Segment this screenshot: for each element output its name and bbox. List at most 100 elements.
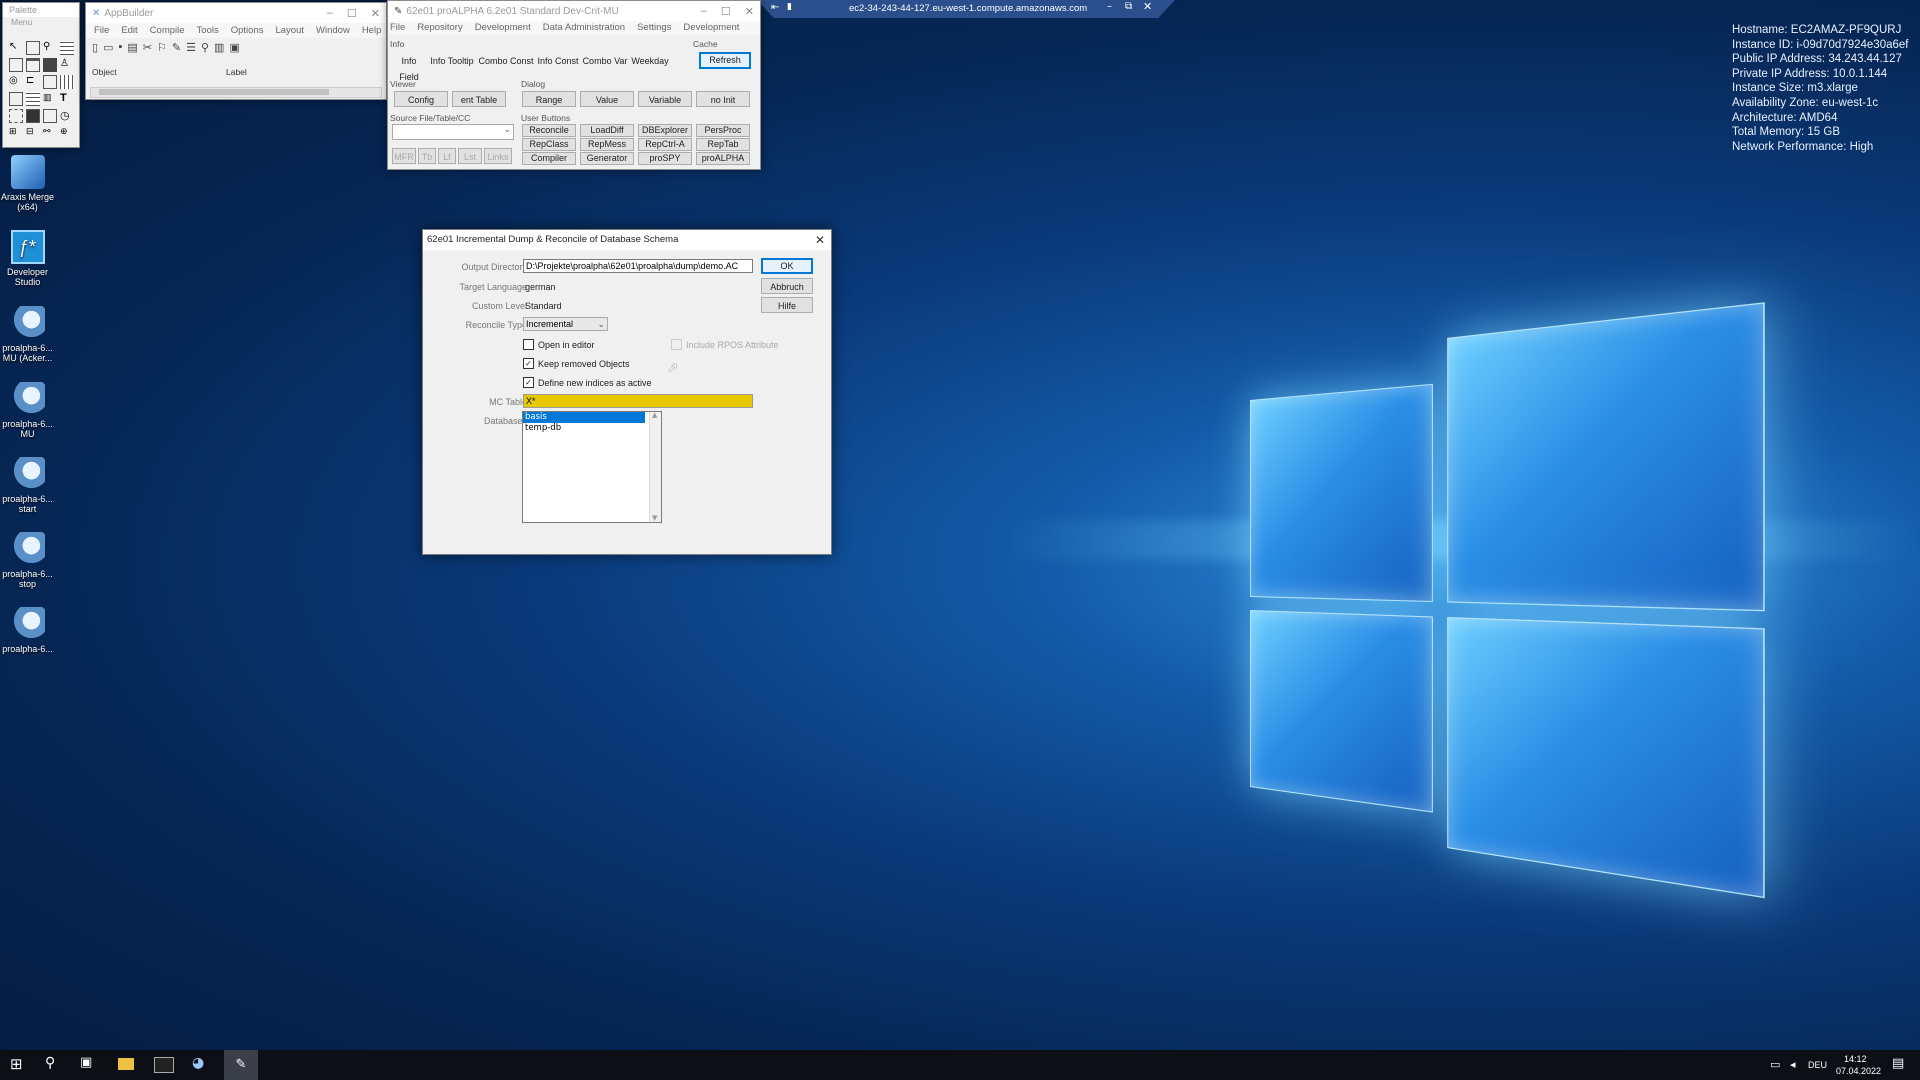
command-prompt-icon[interactable]	[154, 1057, 174, 1073]
reptab-button[interactable]: RepTab	[696, 138, 750, 151]
proalpha-button[interactable]: proALPHA	[696, 152, 750, 165]
minimize-icon[interactable]: –	[701, 5, 707, 18]
frame-tool-icon[interactable]	[9, 58, 23, 72]
prospy-button[interactable]: proSPY	[638, 152, 692, 165]
config-button[interactable]: Config	[394, 91, 448, 107]
ent-table-button[interactable]: ent Table	[452, 91, 506, 107]
combo-const-button[interactable]: Combo Const	[478, 53, 534, 69]
clock-time[interactable]: 14:12	[1844, 1054, 1867, 1064]
source-links-button[interactable]: Links	[484, 148, 512, 164]
source-combo[interactable]: ⌄	[392, 124, 514, 140]
link-tool-icon[interactable]: ⚲	[43, 41, 57, 55]
smart-tool-icon[interactable]: ⊟	[26, 126, 40, 140]
run-icon[interactable]: ⚐	[157, 41, 167, 54]
cancel-button[interactable]: Abbruch	[761, 278, 813, 294]
info-const-button[interactable]: Info Const	[536, 53, 580, 69]
reconcile-type-select[interactable]: Incremental ⌄	[523, 317, 608, 331]
desktop-icon-developer-studio[interactable]: ƒ* Developer Studio	[0, 230, 55, 287]
close-icon[interactable]: ✕	[815, 230, 825, 250]
checkbox-box[interactable]	[523, 339, 534, 350]
custom-tool-icon[interactable]: ⊕	[60, 126, 74, 140]
list-icon[interactable]: ☰	[186, 41, 196, 54]
pointer-tool-icon[interactable]: ↖	[9, 41, 23, 55]
close-icon[interactable]: ✕	[1143, 0, 1152, 13]
desktop-icon-proalpha-acker[interactable]: proalpha-6... MU (Acker...	[0, 306, 55, 363]
menu-repository[interactable]: Repository	[417, 22, 462, 33]
print-icon[interactable]: ▤	[127, 41, 137, 54]
columns-icon[interactable]: ▥	[214, 41, 224, 54]
search-icon[interactable]: ⚲	[45, 1055, 65, 1075]
scrollbar-thumb[interactable]	[99, 89, 329, 95]
menu-tools[interactable]: Tools	[197, 25, 219, 36]
clock-date[interactable]: 07.04.2022	[1836, 1066, 1881, 1076]
menu-file[interactable]: File	[94, 25, 109, 36]
info-tooltip-button[interactable]: Info Tooltip	[428, 53, 476, 69]
pin-icon[interactable]: ⇤	[771, 2, 779, 13]
variable-button[interactable]: Variable	[638, 91, 692, 107]
start-icon[interactable]: ⊞	[10, 1055, 30, 1075]
open-in-editor-checkbox[interactable]: Open in editor	[523, 339, 595, 350]
browse-tool-icon[interactable]	[60, 75, 74, 89]
grid-tool-icon[interactable]	[26, 92, 40, 106]
menu-help[interactable]: Help	[362, 25, 382, 36]
loaddiff-button[interactable]: LoadDiff	[580, 124, 634, 137]
properties-icon[interactable]: ▣	[229, 41, 239, 54]
radio-tool-icon[interactable]: ◎	[9, 75, 23, 89]
dialog-titlebar[interactable]: 62e01 Incremental Dump & Reconcile of Da…	[423, 230, 831, 250]
source-lf-button[interactable]: Lf	[438, 148, 456, 164]
combo-tool-icon[interactable]	[43, 75, 57, 89]
source-lst-button[interactable]: Lst	[458, 148, 482, 164]
notification-icon[interactable]: ▤	[1892, 1056, 1904, 1071]
query-tool-icon[interactable]: ⊞	[9, 126, 23, 140]
mc-table-field[interactable]: X*	[523, 394, 753, 408]
volume-icon[interactable]: ◂	[1790, 1058, 1796, 1071]
desktop-icon-araxis[interactable]: Araxis Merge (x64)	[0, 155, 55, 212]
minimize-icon[interactable]: –	[1107, 1, 1112, 12]
list-item[interactable]: basis	[523, 412, 645, 423]
menu-data-administration[interactable]: Data Administration	[543, 22, 625, 33]
menu-edit[interactable]: Edit	[121, 25, 137, 36]
repmess-button[interactable]: RepMess	[580, 138, 634, 151]
field-tool-icon[interactable]	[26, 41, 40, 55]
minimize-icon[interactable]: –	[327, 7, 333, 20]
button-tool-icon[interactable]	[26, 109, 40, 123]
proalpha-titlebar[interactable]: ✎ 62e01 proALPHA 6.2e01 Standard Dev-Cri…	[388, 1, 760, 21]
generator-button[interactable]: Generator	[580, 152, 634, 165]
refresh-button[interactable]: Refresh	[699, 52, 751, 69]
table-tool-icon[interactable]	[60, 41, 74, 55]
palette-menu[interactable]: Menu	[3, 17, 79, 27]
include-rpos-checkbox[interactable]: Include RPOS Attribute	[671, 339, 779, 350]
developer-studio-taskbar-icon[interactable]: ✎	[224, 1050, 258, 1080]
list-item[interactable]: temp-db	[523, 423, 645, 434]
listbox-scrollbar[interactable]: ▲ ▼	[649, 411, 661, 522]
close-icon[interactable]: ✕	[371, 7, 380, 20]
proalpha-taskbar-icon[interactable]: ◕	[192, 1055, 212, 1075]
clock-tool-icon[interactable]: ◷	[60, 109, 74, 123]
keep-removed-checkbox[interactable]: ✓ Keep removed Objects	[523, 358, 630, 369]
network-icon[interactable]: ▭	[1770, 1058, 1780, 1071]
editor-tool-icon[interactable]	[9, 92, 23, 106]
reconcile-button[interactable]: Reconcile	[522, 124, 576, 137]
appbuilder-scrollbar[interactable]	[90, 87, 382, 98]
value-button[interactable]: Value	[580, 91, 634, 107]
checkbox-box[interactable]: ✓	[523, 377, 534, 388]
ok-button[interactable]: OK	[761, 258, 813, 274]
chart-tool-icon[interactable]: ▥	[43, 92, 57, 106]
define-indices-checkbox[interactable]: ✓ Define new indices as active	[523, 377, 652, 388]
slider-tool-icon[interactable]	[43, 109, 57, 123]
menu-settings[interactable]: Settings	[637, 22, 671, 33]
object-tool-icon[interactable]: ⚯	[43, 126, 57, 140]
menu-layout[interactable]: Layout	[275, 25, 304, 36]
info-field-button[interactable]: Info Field	[392, 53, 426, 82]
save-icon[interactable]: ▪	[118, 41, 122, 54]
open-icon[interactable]: ▭	[103, 41, 113, 54]
text-tool-icon[interactable]: T	[60, 92, 74, 106]
dbexplorer-button[interactable]: DBExplorer	[638, 124, 692, 137]
toggle-tool-icon[interactable]: ⊏	[26, 75, 40, 89]
menu-compile[interactable]: Compile	[150, 25, 185, 36]
persproc-button[interactable]: PersProc	[696, 124, 750, 137]
selection-tool-icon[interactable]	[9, 109, 23, 123]
menu-file[interactable]: File	[390, 22, 405, 33]
close-icon[interactable]: ✕	[745, 5, 754, 18]
scroll-up-icon[interactable]: ▲	[652, 411, 657, 419]
